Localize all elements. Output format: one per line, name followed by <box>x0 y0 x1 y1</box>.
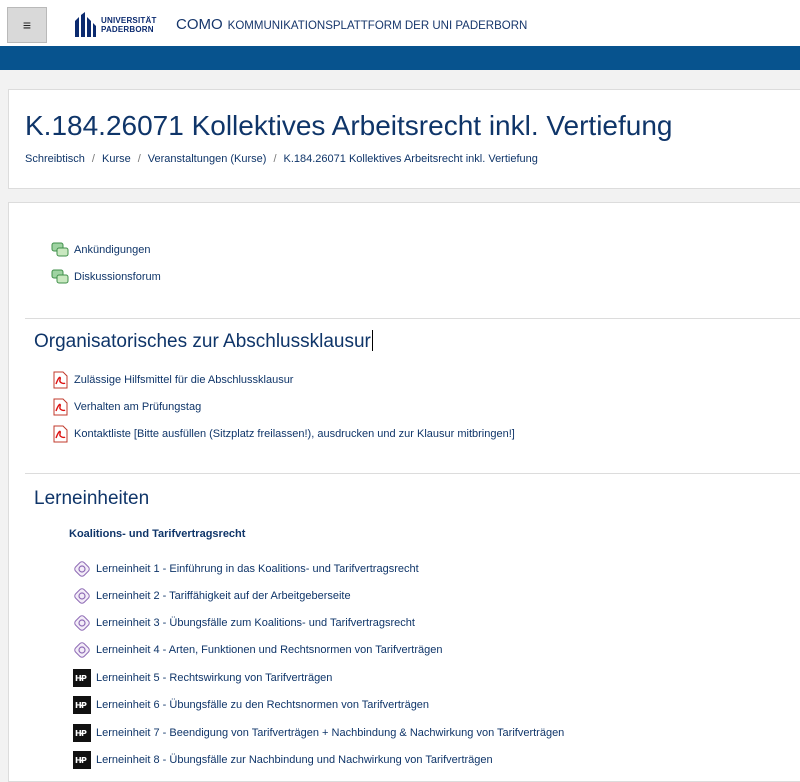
resource-link-contact-list[interactable]: Kontaktliste [Bitte ausfüllen (Sitzplatz… <box>51 425 515 443</box>
activity-label: Zulässige Hilfsmittel für die Abschlussk… <box>74 374 294 386</box>
breadcrumb-item-current-course[interactable]: K.184.26071 Kollektives Arbeitsrecht ink… <box>284 153 538 165</box>
resource-link-permitted-aids[interactable]: Zulässige Hilfsmittel für die Abschlussk… <box>51 371 293 389</box>
activity-link-unit-6[interactable]: H P Lerneinheit 6 - Übungsfälle zu den R… <box>73 696 429 714</box>
activity-label: Lerneinheit 1 - Einführung in das Koalit… <box>96 563 419 575</box>
activity-label: Lerneinheit 5 - Rechtswirkung von Tarifv… <box>96 672 333 684</box>
site-long-name: KOMMUNIKATIONSPLATTFORM DER UNI PADERBOR… <box>227 20 528 32</box>
lesson-icon <box>74 561 90 577</box>
activity-label: Lerneinheit 3 - Übungsfälle zum Koalitio… <box>96 617 415 629</box>
h5p-icon: H P <box>73 669 91 687</box>
activity-link-unit-1[interactable]: Lerneinheit 1 - Einführung in das Koalit… <box>73 560 419 578</box>
label-subheading: Koalitions- und Tarifvertragsrecht <box>69 528 246 540</box>
pdf-icon <box>53 398 68 416</box>
activity-link-unit-3[interactable]: Lerneinheit 3 - Übungsfälle zum Koalitio… <box>73 614 415 632</box>
logo-line-2: PADERBORN <box>101 25 154 34</box>
activity-link-unit-8[interactable]: H P Lerneinheit 8 - Übungsfälle zur Nach… <box>73 751 493 769</box>
site-short-name: COMO <box>176 16 223 33</box>
top-navbar: ≡ UNIVERSITÄT PADERBORN COMO KOMMUNIKATIO… <box>0 0 800 47</box>
breadcrumb-item-events[interactable]: Veranstaltungen (Kurse) <box>148 153 267 165</box>
hamburger-menu-button[interactable]: ≡ <box>7 7 47 43</box>
h5p-icon: H P <box>73 724 91 742</box>
activity-link-announcements[interactable]: Ankündigungen <box>51 241 150 259</box>
pdf-icon <box>53 371 68 389</box>
breadcrumb-item-courses[interactable]: Kurse <box>102 153 131 165</box>
activity-label: Ankündigungen <box>74 244 151 256</box>
lesson-icon <box>74 642 90 658</box>
course-content: Ankündigungen Diskussionsforum Organisat… <box>8 202 800 782</box>
logo-mark-icon <box>75 12 96 37</box>
activity-label: Lerneinheit 4 - Arten, Funktionen und Re… <box>96 644 443 656</box>
section-title-learning-units: Lerneinheiten <box>34 488 150 509</box>
breadcrumb-separator: / <box>91 153 95 165</box>
page-header: K.184.26071 Kollektives Arbeitsrecht ink… <box>8 89 800 189</box>
breadcrumb-item-dashboard[interactable]: Schreibtisch <box>25 153 85 165</box>
page-title: K.184.26071 Kollektives Arbeitsrecht ink… <box>25 110 673 141</box>
activity-label: Lerneinheit 6 - Übungsfälle zu den Recht… <box>96 699 430 711</box>
forum-icon <box>51 269 69 284</box>
forum-icon <box>51 242 69 257</box>
resource-link-exam-day-conduct[interactable]: Verhalten am Prüfungstag <box>51 398 201 416</box>
section-title-exam: Organisatorisches zur Abschlussklausur <box>34 330 373 352</box>
activity-label: Kontaktliste [Bitte ausfüllen (Sitzplatz… <box>74 428 515 440</box>
text-cursor <box>371 330 373 351</box>
activity-link-unit-5[interactable]: H P Lerneinheit 5 - Rechtswirkung von Ta… <box>73 669 332 687</box>
activity-label: Lerneinheit 8 - Übungsfälle zur Nachbind… <box>96 754 493 766</box>
activity-link-unit-7[interactable]: H P Lerneinheit 7 - Beendigung von Tarif… <box>73 724 564 742</box>
breadcrumb-separator: / <box>273 153 277 165</box>
activity-label: Verhalten am Prüfungstag <box>74 401 202 413</box>
activity-label: Diskussionsforum <box>74 271 161 283</box>
breadcrumb-separator: / <box>137 153 141 165</box>
section-divider <box>25 473 800 474</box>
accent-bar <box>0 46 800 70</box>
site-name-link[interactable]: COMO KOMMUNIKATIONSPLATTFORM DER UNI PADE… <box>176 16 527 33</box>
university-logo[interactable]: UNIVERSITÄT PADERBORN <box>73 10 157 40</box>
activity-label: Lerneinheit 2 - Tariffähigkeit auf der A… <box>96 590 351 602</box>
breadcrumb: Schreibtisch / Kurse / Veranstaltungen (Kurs… <box>25 153 538 165</box>
lesson-icon <box>74 615 90 631</box>
hamburger-icon: ≡ <box>22 17 32 33</box>
activity-link-discussion-forum[interactable]: Diskussionsforum <box>51 268 161 286</box>
h5p-icon: H P <box>73 696 91 714</box>
lesson-icon <box>74 588 90 604</box>
pdf-icon <box>53 425 68 443</box>
activity-link-unit-4[interactable]: Lerneinheit 4 - Arten, Funktionen und Re… <box>73 641 443 659</box>
activity-label: Lerneinheit 7 - Beendigung von Tarifvert… <box>96 727 565 739</box>
h5p-icon: H P <box>73 751 91 769</box>
logo-line-1: UNIVERSITÄT <box>101 16 157 25</box>
section-divider <box>25 318 800 319</box>
activity-link-unit-2[interactable]: Lerneinheit 2 - Tariffähigkeit auf der A… <box>73 587 351 605</box>
